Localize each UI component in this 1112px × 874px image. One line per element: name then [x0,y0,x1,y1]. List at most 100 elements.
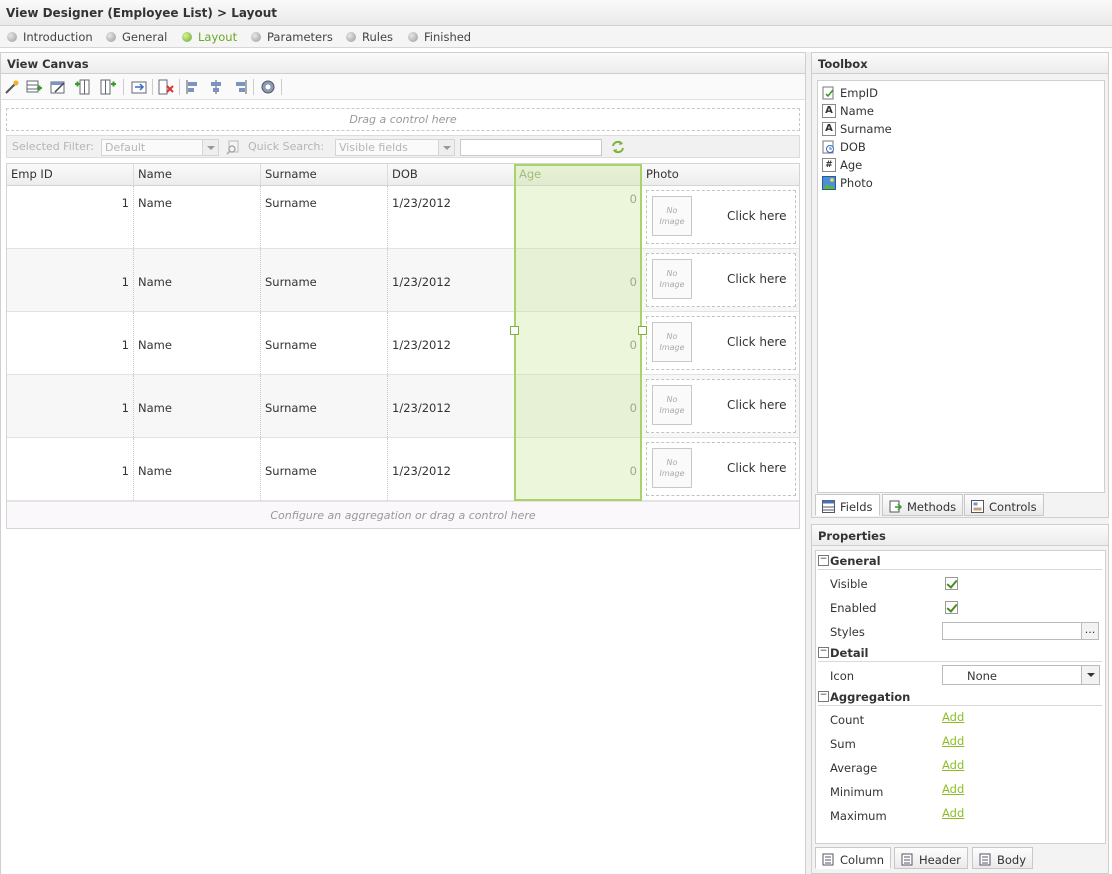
column-header-photo[interactable]: Photo [642,164,799,186]
cell-surname: Surname [261,186,388,248]
enabled-checkbox[interactable] [945,601,958,614]
refresh-icon[interactable] [610,139,626,155]
toolbar-separator [123,79,124,95]
employee-grid: Emp ID Name Surname DOB Age Photo 1 Name… [6,163,800,529]
tab-controls[interactable]: Controls [964,494,1044,516]
average-add-link[interactable]: Add [942,758,964,772]
align-right-icon[interactable] [232,79,248,95]
minimum-label: Minimum [830,785,884,799]
column-header-dob[interactable]: DOB [388,164,515,186]
toolbox-title: Toolbox [818,57,868,71]
tab-body[interactable]: Body [972,847,1034,869]
quick-search-fields-dropdown[interactable]: Visible fields [335,139,455,156]
toolbox-item-name[interactable]: A Name [822,104,874,118]
click-here-text[interactable]: Click here [727,398,795,412]
settings-gear-icon[interactable] [260,79,276,95]
properties-title: Properties [818,529,886,543]
toolbar-separator [253,79,254,95]
toolbox-item-surname[interactable]: A Surname [822,122,892,136]
align-center-icon[interactable] [208,79,224,95]
aggregation-drop-zone[interactable]: Configure an aggregation or drag a contr… [7,501,799,528]
id-field-icon [822,86,836,100]
quick-search-input[interactable] [460,139,602,156]
no-image-placeholder: No Image [652,385,692,425]
sum-add-link[interactable]: Add [942,734,964,748]
text-field-icon: A [822,122,836,136]
toolbar-separator [281,79,282,95]
step-dot-icon [251,32,261,42]
click-here-text[interactable]: Click here [727,272,795,286]
step-parameters[interactable]: Parameters [251,30,333,44]
age-column-selection[interactable] [510,164,647,501]
photo-drop-box[interactable]: No Image Click here [646,190,796,244]
average-label: Average [830,761,878,775]
merge-cells-icon[interactable] [131,79,147,95]
section-general[interactable]: General [818,554,1102,570]
insert-row-icon[interactable] [26,79,42,95]
section-aggregation[interactable]: Aggregation [818,690,1102,706]
count-add-link[interactable]: Add [942,710,964,724]
toolbox-item-dob[interactable]: DOB [822,140,866,154]
cell-name: Name [134,438,261,500]
step-finished[interactable]: Finished [408,30,471,44]
cell-dob: 1/23/2012 [388,312,515,374]
styles-browse-button[interactable]: ... [1081,622,1099,640]
tab-methods[interactable]: Methods [882,494,964,516]
click-here-text[interactable]: Click here [727,461,795,475]
visible-checkbox[interactable] [945,577,958,590]
maximum-add-link[interactable]: Add [942,806,964,820]
edit-table-icon[interactable] [50,79,66,95]
table-row[interactable]: 1 Name Surname 1/23/2012 0 No Image Clic… [7,312,799,375]
icon-dropdown[interactable]: None [942,665,1100,685]
cell-name: Name [134,312,261,374]
step-introduction[interactable]: Introduction [7,30,93,44]
toolbox-header: Toolbox [811,52,1109,74]
insert-column-left-icon[interactable] [75,79,91,95]
toolbox-item-empid[interactable]: EmpID [822,86,878,100]
delete-column-icon[interactable] [158,79,174,95]
click-here-text[interactable]: Click here [727,209,795,223]
photo-drop-box[interactable]: No Image Click here [646,253,796,307]
text-field-icon: A [822,104,836,118]
resize-handle-right[interactable] [638,326,647,335]
styles-label: Styles [830,625,865,639]
toolbox-item-photo[interactable]: Photo [822,176,873,190]
tab-header[interactable]: Header [894,847,968,869]
minimum-add-link[interactable]: Add [942,782,964,796]
section-detail[interactable]: Detail [818,646,1102,662]
photo-drop-box[interactable]: No Image Click here [646,316,796,370]
resize-handle-left[interactable] [510,326,519,335]
toolbox-item-age[interactable]: # Age [822,158,862,172]
insert-column-right-icon[interactable] [100,79,116,95]
cell-emp-id: 1 [7,312,134,374]
quick-search-label: Quick Search: [248,140,325,153]
cell-dob: 1/23/2012 [388,186,515,248]
column-header-surname[interactable]: Surname [261,164,388,186]
selected-filter-dropdown[interactable]: Default [101,139,219,156]
column-header-name[interactable]: Name [134,164,261,186]
table-row[interactable]: 1 Name Surname 1/23/2012 0 No Image Clic… [7,249,799,312]
photo-drop-box[interactable]: No Image Click here [646,379,796,433]
tab-fields[interactable]: Fields [815,494,880,516]
table-row[interactable]: 1 Name Surname 1/23/2012 0 No Image Clic… [7,375,799,438]
step-layout[interactable]: Layout [182,30,237,44]
header-icon [901,853,913,866]
tab-column[interactable]: Column [815,847,892,869]
click-here-text[interactable]: Click here [727,335,795,349]
count-label: Count [830,713,865,727]
photo-drop-box[interactable]: No Image Click here [646,442,796,496]
align-left-icon[interactable] [185,79,201,95]
step-general[interactable]: General [106,30,167,44]
step-rules[interactable]: Rules [346,30,393,44]
no-image-placeholder: No Image [652,322,692,362]
cell-emp-id: 1 [7,438,134,500]
table-row[interactable]: 1 Name Surname 1/23/2012 0 No Image Clic… [7,186,799,249]
drop-zone-top[interactable]: Drag a control here [6,108,800,131]
styles-input[interactable] [942,622,1082,640]
cell-emp-id: 1 [7,186,134,248]
chevron-down-icon [438,140,454,155]
wand-icon[interactable] [4,79,20,95]
table-row[interactable]: 1 Name Surname 1/23/2012 0 No Image Clic… [7,438,799,501]
cell-photo: No Image Click here [642,186,799,248]
column-header-emp-id[interactable]: Emp ID [7,164,134,186]
